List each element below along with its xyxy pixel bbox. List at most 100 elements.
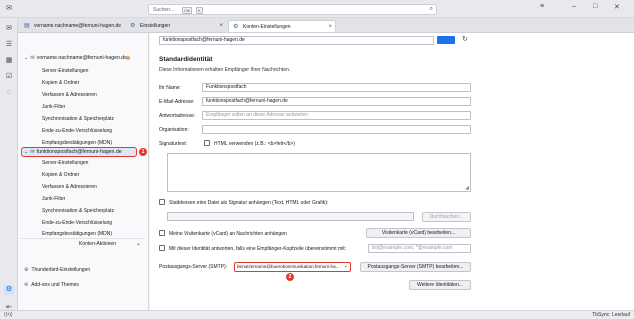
app-menu-icon[interactable]: ✉ (4, 4, 14, 14)
account-settings-panel: funktionspostfach@fernuni-hagen.de ↻ Sta… (150, 33, 634, 310)
mail-icon[interactable]: ✉ (4, 24, 14, 34)
search-icon[interactable]: ⌕ (430, 6, 433, 13)
tab-inbox[interactable]: ▤ vorname.nachname@fernuni-hagen.de (20, 20, 124, 32)
close-window-icon[interactable]: ✕ (614, 3, 620, 11)
reply-to-label: Antwortadresse: (159, 113, 196, 119)
resize-grip-icon[interactable]: ◢ (465, 185, 469, 191)
link-label: Thunderbird-Einstellungen (31, 267, 91, 273)
account-actions-button[interactable]: Konten-Aktionen ⌄ (21, 238, 145, 248)
shortcut-ctrl: Ctrl (182, 7, 193, 14)
tab-strip: ▤ vorname.nachname@fernuni-hagen.de ⚙ Ei… (18, 18, 634, 33)
tree-item-e2ee[interactable]: Ende-zu-Ende-Verschlüsselung (42, 128, 112, 134)
gear-icon: ⚙ (130, 23, 136, 29)
edit-smtp-button[interactable]: Postausgangs-Server (SMTP) bearbeiten... (360, 262, 471, 272)
tree-item-mdn[interactable]: Empfangsbestätigungen (MDN) (42, 231, 112, 236)
browse-button[interactable]: Durchsuchen... (422, 212, 471, 222)
smtp-value: benutzername@buerokommunikation.fernuni-… (237, 264, 340, 269)
vcard-label: Meine Visitenkarte (vCard) an Nachrichte… (169, 231, 287, 237)
account-name-input[interactable]: funktionspostfach@fernuni-hagen.de (159, 36, 434, 45)
shortcut-k: K (196, 7, 203, 14)
link-label: Add-ons und Themes (31, 282, 79, 288)
mail-icon: ✉ (30, 55, 35, 61)
account-actions-label: Konten-Aktionen (79, 241, 116, 247)
more-identities-button[interactable]: Weitere Identitäten... (409, 280, 471, 290)
reply-identity-label: Mit dieser Identität antworten, falls ei… (169, 246, 347, 252)
reply-identity-input[interactable]: list@example.com, *@example.com (368, 244, 471, 253)
smtp-server-select[interactable]: benutzername@buerokommunikation.fernuni-… (234, 262, 351, 272)
tree-item-e2ee[interactable]: Ende-zu-Ende-Verschlüsselung (42, 220, 112, 226)
tab-settings[interactable]: ⚙ Einstellungen × (126, 20, 226, 32)
reply-identity-checkbox[interactable] (159, 245, 165, 251)
menu-icon[interactable]: ≡ (540, 3, 544, 10)
tree-item-junk[interactable]: Junk-Filter (42, 104, 65, 110)
minimize-icon[interactable]: – (572, 3, 576, 10)
status-text: TbSync: Leerlauf (592, 312, 630, 318)
signature-label: Signaturtext: (159, 141, 188, 147)
gear-icon: ⚙ (24, 267, 29, 273)
account-name: funktionspostfach@fernuni-hagen.de (36, 149, 122, 155)
chevron-down-icon[interactable]: ⌄ (24, 149, 28, 155)
name-input[interactable]: Funktionspostfach (202, 83, 471, 92)
attach-file-checkbox[interactable] (159, 199, 165, 205)
tree-item-server-settings[interactable]: Server-Einstellungen (42, 68, 88, 74)
thunderbird-settings-link[interactable]: ⚙ Thunderbird-Einstellungen (24, 267, 90, 273)
smtp-label: Postausgangs-Server (SMTP): (159, 264, 228, 270)
search-placeholder: Suchen... (153, 7, 175, 13)
inbox-icon: ▤ (24, 23, 30, 29)
status-bar: ((•)) TbSync: Leerlauf (0, 310, 634, 319)
maximize-icon[interactable]: □ (593, 3, 597, 10)
section-description: Diese Informationen erhalten Empfänger I… (159, 67, 291, 73)
mail-icon: ✉ (30, 149, 35, 155)
account-item-funktionspostfach[interactable]: ⌄ ✉ funktionspostfach@fernuni-hagen.de (24, 149, 122, 155)
account-tree: ⌄ ✉ vorname.nachname@fernuni-hagen.de Serv… (18, 33, 149, 319)
puzzle-icon: ✣ (24, 282, 29, 288)
tab-label: vorname.nachname@fernuni-hagen.de (34, 23, 122, 29)
tree-item-junk[interactable]: Junk-Filter (42, 196, 65, 202)
account-item-primary[interactable]: ⌄ ✉ vorname.nachname@fernuni-hagen.de (24, 55, 127, 61)
section-title: Standardidentität (159, 56, 213, 63)
calendar-icon[interactable]: ▦ (4, 56, 14, 66)
tab-account-settings[interactable]: ⚙ Konten-Einstellungen × (228, 20, 336, 32)
tree-item-copies-folders[interactable]: Kopien & Ordner (42, 172, 79, 178)
account-name: vorname.nachname@fernuni-hagen.de (36, 55, 128, 61)
step-badge-2: 2 (286, 273, 294, 281)
reply-to-input[interactable]: Empfänger sollen an diese Adresse antwor… (202, 111, 471, 120)
tree-item-composition[interactable]: Verfassen & Adressieren (42, 92, 97, 98)
signature-textarea[interactable]: ◢ (167, 153, 471, 192)
chevron-down-icon: ⌄ (135, 241, 141, 247)
organization-input[interactable] (202, 125, 471, 134)
tree-item-mdn[interactable]: Empfangsbestätigungen (MDN) (42, 140, 112, 146)
spaces-toolbar: ✉ ☰ ▦ ☑ ◌ ⚙ ⇤ (0, 18, 18, 319)
name-label: Ihr Name: (159, 85, 181, 91)
email-label: E-Mail-Adresse: (159, 99, 195, 105)
gear-icon: ⚙ (233, 24, 239, 30)
tab-label: Konten-Einstellungen (243, 24, 291, 30)
chevron-down-icon[interactable]: ⌄ (24, 55, 28, 61)
tab-label: Einstellungen (140, 23, 171, 29)
title-bar: ✉ Suchen... Ctrl K ⌕ ≡ – □ ✕ (0, 0, 634, 18)
step-badge-1: 1 (139, 148, 147, 156)
close-tab-icon[interactable]: × (219, 20, 223, 32)
tree-item-server-settings[interactable]: Server-Einstellungen (42, 160, 88, 166)
settings-icon[interactable]: ⚙ (4, 285, 14, 295)
tree-item-composition[interactable]: Verfassen & Adressieren (42, 184, 97, 190)
wifi-icon[interactable]: ((•)) (4, 312, 12, 318)
html-checkbox-label: HTML verwenden (z.B.: <b>fett</b>) (214, 141, 295, 147)
reset-color-icon[interactable]: ↻ (462, 35, 468, 43)
chat-icon[interactable]: ◌ (4, 88, 14, 98)
tasks-icon[interactable]: ☑ (4, 72, 14, 82)
html-checkbox[interactable] (204, 140, 210, 146)
vcard-checkbox[interactable] (159, 230, 165, 236)
address-book-icon[interactable]: ☰ (4, 40, 14, 50)
global-search-input[interactable]: Suchen... Ctrl K ⌕ (148, 4, 437, 15)
close-tab-icon[interactable]: × (328, 21, 332, 33)
tree-item-copies-folders[interactable]: Kopien & Ordner (42, 80, 79, 86)
signature-file-input[interactable] (167, 212, 414, 221)
organization-label: Organisation: (159, 127, 189, 133)
tree-item-sync[interactable]: Synchronisation & Speicherplatz (42, 116, 114, 122)
account-color-button[interactable] (437, 36, 455, 44)
email-input[interactable]: funktionspostfach@fernuni-hagen.de (202, 97, 471, 106)
tree-item-sync[interactable]: Synchronisation & Speicherplatz (42, 208, 114, 214)
edit-vcard-button[interactable]: Visitenkarte (vCard) bearbeiten... (366, 228, 471, 238)
addons-themes-link[interactable]: ✣ Add-ons und Themes (24, 282, 79, 288)
